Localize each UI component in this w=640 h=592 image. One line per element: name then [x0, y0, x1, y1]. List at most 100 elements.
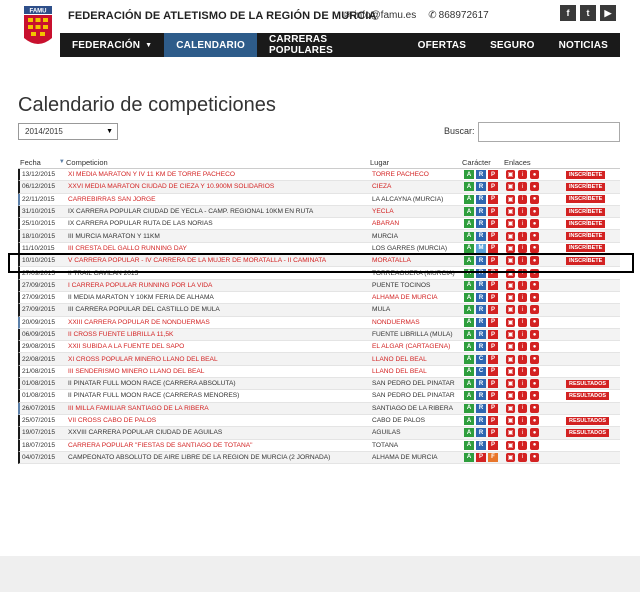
info-icon[interactable]: i [518, 305, 527, 315]
row-competition-link[interactable]: II CROSS FUENTE LIBRILLA 11,5K [66, 331, 370, 338]
row-competition-link[interactable]: XXIII CARRERA POPULAR DE NONDUERMAS [66, 319, 370, 326]
person-icon[interactable]: ● [530, 317, 539, 327]
table-row[interactable]: 29/08/2015 XXII SUBIDA A LA FUENTE DEL SA… [18, 341, 620, 354]
col-competicion[interactable]: Competicion [64, 156, 368, 168]
info-icon[interactable]: i [518, 354, 527, 364]
image-icon[interactable]: ▣ [506, 231, 515, 241]
table-row[interactable]: 22/11/2015 CARREBIRRAS SAN JORGE LA ALCAYN… [18, 193, 620, 206]
image-icon[interactable]: ▣ [506, 379, 515, 389]
person-icon[interactable]: ● [530, 330, 539, 339]
person-icon[interactable]: ● [530, 391, 539, 401]
person-icon[interactable]: ● [530, 416, 539, 426]
person-icon[interactable]: ● [530, 342, 539, 352]
row-lugar[interactable]: EL ALGAR (CARTAGENA) [370, 343, 462, 350]
row-lugar[interactable]: ABARÁN [370, 220, 462, 227]
table-row[interactable]: 26/07/2015 III MILLA FAMILIAR SANTIAGO DE… [18, 402, 620, 415]
row-competition-link[interactable]: II PINATAR FULL MOON RACE (CARRERA ABSOL… [66, 380, 370, 387]
person-icon[interactable]: ● [530, 354, 539, 364]
search-input[interactable] [478, 122, 620, 142]
nav-seguro[interactable]: SEGURO [478, 33, 547, 57]
table-row[interactable]: 22/08/2015 XI CROSS POPULAR MINERO LLANO … [18, 353, 620, 366]
row-competition-link[interactable]: CAMPEONATO ABSOLUTO DE AIRE LIBRE DE LA … [66, 454, 370, 461]
table-row[interactable]: 27/09/2015 II MEDIA MARATÓN Y 10KM FERIA … [18, 291, 620, 305]
image-icon[interactable]: ▣ [506, 182, 515, 192]
nav-noticias[interactable]: NOTICIAS [547, 33, 620, 57]
table-row[interactable]: 18/10/2015 III MURCIA MARATÓN Y 11KM MURCI… [18, 230, 620, 243]
row-competition-link[interactable]: II MEDIA MARATÓN Y 10KM FERIA DE ALHAMA [66, 294, 370, 301]
row-lugar[interactable]: YECLA [370, 208, 462, 215]
person-icon[interactable]: ● [530, 207, 539, 217]
row-competition-link[interactable]: III SENDERISMO MINERO LLANO DEL BEAL [66, 368, 370, 375]
table-row[interactable]: 06/12/2015 XXVI MEDIA MARATÓN CIUDAD DE C… [18, 181, 620, 194]
info-icon[interactable]: i [518, 317, 527, 327]
person-icon[interactable]: ● [530, 293, 539, 303]
resultados-button[interactable]: RESULTADOS [566, 379, 610, 388]
inscribete-button[interactable]: INSCRÍBETE [566, 219, 606, 228]
image-icon[interactable]: ▣ [506, 354, 515, 364]
resultados-button[interactable]: RESULTADOS [566, 428, 610, 437]
nav-carreras-populares[interactable]: CARRERAS POPULARES [257, 33, 406, 57]
season-select[interactable]: 2014/2015 ▼ [18, 123, 118, 140]
image-icon[interactable]: ▣ [506, 342, 515, 352]
row-competition-link[interactable]: CARREBIRRAS SAN JORGE [66, 196, 370, 203]
row-competition-link[interactable]: XXVIII CARRERA POPULAR CIUDAD DE ÁGUILAS [66, 429, 370, 436]
image-icon[interactable]: ▣ [506, 305, 515, 315]
row-lugar[interactable]: ALHAMA DE MURCIA [370, 294, 462, 301]
table-row[interactable]: 27/09/2015 I CARRERA POPULAR RUNNING POR … [18, 279, 620, 292]
image-icon[interactable]: ▣ [506, 207, 515, 217]
row-competition-link[interactable]: III MILLA FAMILIAR SANTIAGO DE LA RIBERA [66, 405, 370, 412]
inscribete-button[interactable]: INSCRÍBETE [566, 244, 606, 253]
table-row[interactable]: 19/07/2015 XXVIII CARRERA POPULAR CIUDAD … [18, 427, 620, 440]
twitter-icon[interactable]: t [580, 5, 596, 21]
row-competition-link[interactable]: XI CROSS POPULAR MINERO LLANO DEL BEAL [66, 356, 370, 363]
youtube-icon[interactable]: ▶ [600, 5, 616, 21]
image-icon[interactable]: ▣ [506, 452, 515, 462]
inscribete-button[interactable]: INSCRÍBETE [566, 195, 606, 204]
image-icon[interactable]: ▣ [506, 243, 515, 253]
info-icon[interactable]: i [518, 342, 527, 352]
person-icon[interactable]: ● [530, 231, 539, 241]
person-icon[interactable]: ● [530, 243, 539, 253]
row-lugar[interactable]: LLANO DEL BEAL [370, 368, 462, 375]
person-icon[interactable]: ● [530, 194, 539, 204]
resultados-button[interactable]: RESULTADOS [566, 391, 610, 400]
image-icon[interactable]: ▣ [506, 366, 515, 376]
info-icon[interactable]: i [518, 440, 527, 450]
person-icon[interactable]: ● [530, 403, 539, 413]
row-competition-link[interactable]: XXII SUBIDA A LA FUENTE DEL SAPO [66, 343, 370, 350]
row-competition-link[interactable]: XI MEDIA MARATÓN Y IV 11 KM DE TORRE PAC… [66, 171, 370, 178]
table-row[interactable]: 18/07/2015 CARRERA POPULAR "FIESTAS DE SA… [18, 439, 620, 452]
table-row[interactable]: 01/08/2015 II PINATAR FULL MOON RACE (CAR… [18, 378, 620, 391]
nav-ofertas[interactable]: OFERTAS [406, 33, 478, 57]
row-competition-link[interactable]: II PINATAR FULL MOON RACE (CARRERAS MENO… [66, 392, 370, 399]
row-competition-link[interactable]: IX CARRERA POPULAR CIUDAD DE YECLA - CAM… [66, 208, 370, 215]
info-icon[interactable]: i [518, 452, 527, 462]
table-row[interactable]: 04/07/2015 CAMPEONATO ABSOLUTO DE AIRE LI… [18, 451, 620, 465]
info-icon[interactable]: i [518, 293, 527, 303]
row-competition-link[interactable]: CARRERA POPULAR "FIESTAS DE SANTIAGO DE … [66, 442, 370, 449]
image-icon[interactable]: ▣ [506, 317, 515, 327]
row-competition-link[interactable]: IX CARRERA POPULAR RUTA DE LAS NORIAS [66, 220, 370, 227]
facebook-icon[interactable]: f [560, 5, 576, 21]
person-icon[interactable]: ● [530, 452, 539, 462]
image-icon[interactable]: ▣ [506, 428, 515, 438]
info-icon[interactable]: i [518, 366, 527, 376]
person-icon[interactable]: ● [530, 366, 539, 376]
info-icon[interactable]: i [518, 391, 527, 401]
table-row[interactable]: 27/09/2015 III CARRERA POPULAR DEL CASTIL… [18, 304, 620, 317]
image-icon[interactable]: ▣ [506, 440, 515, 450]
image-icon[interactable]: ▣ [506, 280, 515, 290]
person-icon[interactable]: ● [530, 182, 539, 192]
nav-calendario[interactable]: CALENDARIO [164, 33, 257, 57]
info-icon[interactable]: i [518, 379, 527, 389]
info-icon[interactable]: i [518, 416, 527, 426]
info-icon[interactable]: i [518, 182, 527, 192]
site-title[interactable]: FEDERACIÓN DE ATLETISMO DE LA REGIÓN DE … [68, 10, 377, 22]
table-row[interactable]: 01/08/2015 II PINATAR FULL MOON RACE (CAR… [18, 390, 620, 403]
person-icon[interactable]: ● [530, 440, 539, 450]
image-icon[interactable]: ▣ [506, 194, 515, 204]
table-row[interactable]: 25/07/2015 VII CROSS CABO DE PALOS CABO DE… [18, 414, 620, 428]
row-lugar[interactable]: LLANO DEL BEAL [370, 356, 462, 363]
row-competition-link[interactable]: VII CROSS CABO DE PALOS [66, 417, 370, 424]
table-row[interactable]: 13/12/2015 XI MEDIA MARATÓN Y IV 11 KM DE… [18, 169, 620, 182]
